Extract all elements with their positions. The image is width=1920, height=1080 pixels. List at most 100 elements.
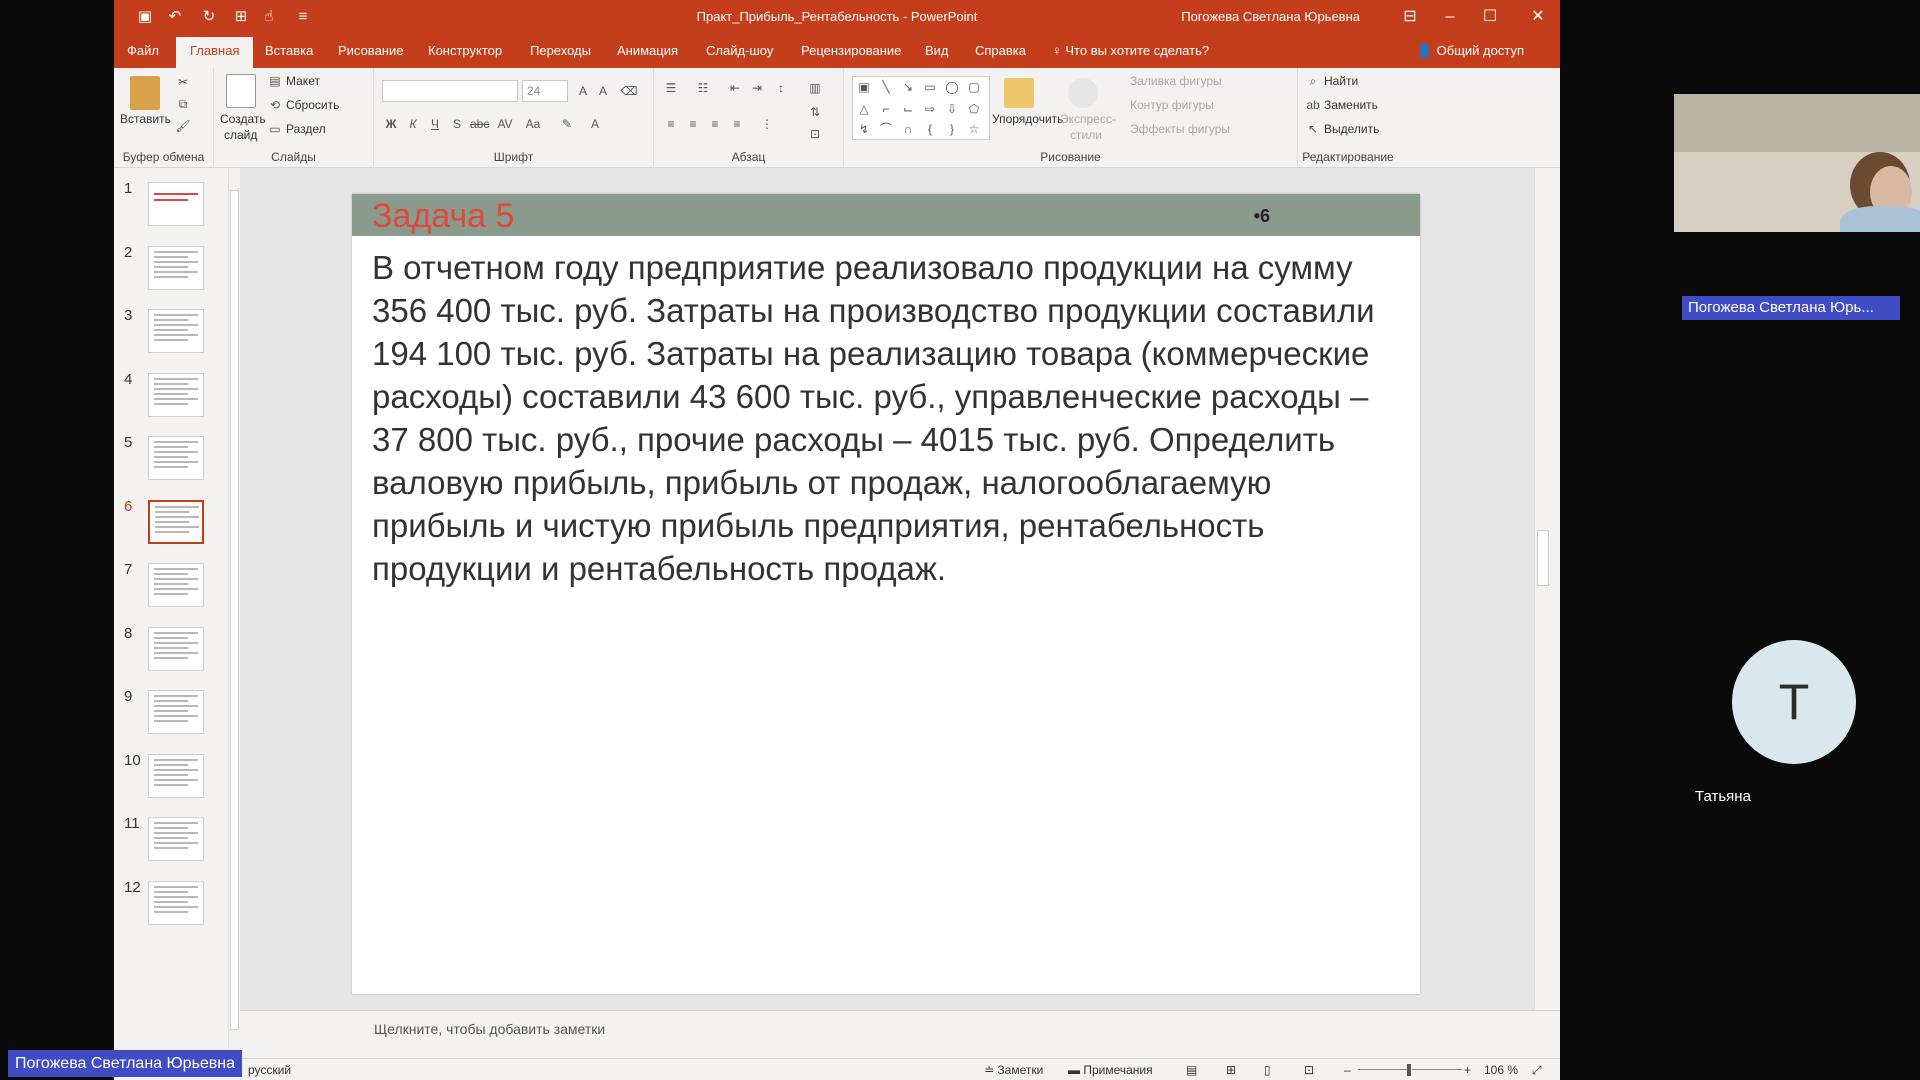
close-button[interactable]: ✕ — [1518, 4, 1558, 30]
slideshow-view-icon[interactable]: ⊡ — [1304, 1063, 1314, 1077]
text-direction-icon[interactable]: ⇅ — [806, 104, 824, 120]
change-case-icon[interactable]: Aa — [524, 116, 542, 132]
elbow-shape-icon[interactable]: ⌙ — [899, 101, 917, 117]
star-shape-icon[interactable]: ☆ — [965, 121, 983, 137]
language-indicator[interactable]: русский — [248, 1063, 291, 1077]
zoom-level[interactable]: 106 % — [1484, 1063, 1518, 1077]
highlight-icon[interactable]: ✎ — [558, 116, 576, 132]
notes-toggle[interactable]: ≐ Заметки — [984, 1063, 1043, 1077]
slide-thumbnail[interactable] — [148, 372, 204, 417]
slide-thumbnail[interactable] — [148, 817, 204, 861]
zoom-out-icon[interactable]: – — [1344, 1063, 1351, 1077]
share-button[interactable]: 👤 Общий доступ — [1417, 43, 1524, 59]
fit-to-window-icon[interactable]: ⤢ — [1532, 1063, 1542, 1078]
down-arrow-shape-icon[interactable]: ⇩ — [943, 101, 961, 117]
bullets-icon[interactable]: ☰ — [662, 80, 680, 96]
slide-thumbnail[interactable] — [148, 690, 204, 734]
font-color-icon[interactable]: A — [586, 116, 604, 132]
slide-sorter-icon[interactable]: ⊞ — [1226, 1063, 1236, 1077]
paste-button[interactable]: Вставить — [120, 112, 171, 126]
thumbnails-scroll-thumb[interactable] — [230, 190, 239, 1030]
freeform-shape-icon[interactable]: ⬠ — [965, 101, 983, 117]
tab-animations[interactable]: Анимация — [617, 43, 678, 58]
bold-icon[interactable]: Ж — [382, 116, 400, 132]
line-shape-icon[interactable]: ╲ — [877, 79, 895, 95]
increase-font-icon[interactable]: A — [574, 83, 592, 99]
column-spacing-icon[interactable]: ⋮ — [758, 116, 776, 132]
align-center-icon[interactable]: ≡ — [684, 116, 702, 132]
rounded-rect-shape-icon[interactable]: ▢ — [965, 79, 983, 95]
thumbnails-scrollbar[interactable] — [228, 168, 240, 1048]
decrease-indent-icon[interactable]: ⇤ — [726, 80, 744, 96]
new-slide-icon[interactable] — [226, 74, 256, 108]
zoom-in-icon[interactable]: + — [1464, 1063, 1471, 1077]
triangle-shape-icon[interactable]: △ — [855, 101, 873, 117]
account-name[interactable]: Погожева Светлана Юрьевна — [1181, 9, 1360, 24]
tab-home[interactable]: Главная — [176, 37, 254, 68]
convert-smartart-icon[interactable]: ⊡ — [806, 126, 824, 142]
slide-thumbnail[interactable] — [148, 245, 204, 290]
ribbon-display-options-icon[interactable]: ⊟ — [1390, 4, 1430, 30]
numbering-icon[interactable]: ☷ — [694, 80, 712, 96]
tab-draw[interactable]: Рисование — [338, 43, 403, 58]
copy-icon[interactable]: ⧉ — [174, 96, 192, 112]
decrease-font-icon[interactable]: A — [594, 83, 612, 99]
slide-thumbnail[interactable] — [148, 309, 204, 353]
left-brace-shape-icon[interactable]: { — [921, 121, 939, 137]
slide-thumbnail[interactable] — [148, 436, 204, 480]
tab-help[interactable]: Справка — [975, 43, 1026, 58]
arrange-icon[interactable] — [1004, 78, 1034, 108]
shape-effects-button[interactable]: Эффекты фигуры — [1130, 122, 1230, 136]
character-spacing-icon[interactable]: AV — [496, 116, 514, 132]
tab-transitions[interactable]: Переходы — [530, 43, 591, 58]
zoom-slider[interactable] — [1358, 1069, 1408, 1070]
curve-shape-icon[interactable]: ⌒ — [877, 121, 895, 137]
shadow-icon[interactable]: S — [448, 116, 466, 132]
underline-icon[interactable]: Ч — [426, 116, 444, 132]
align-left-icon[interactable]: ≡ — [662, 116, 680, 132]
increase-indent-icon[interactable]: ⇥ — [748, 80, 766, 96]
reset-button[interactable]: Сбросить — [286, 98, 339, 112]
notes-pane[interactable]: Щелкните, чтобы добавить заметки — [240, 1010, 1560, 1046]
new-slide-button[interactable]: Создать — [220, 112, 266, 126]
strikethrough-icon[interactable]: abc — [470, 116, 489, 132]
tab-insert[interactable]: Вставка — [265, 43, 313, 58]
font-size-input[interactable]: 24 — [522, 80, 568, 102]
align-right-icon[interactable]: ≡ — [706, 116, 724, 132]
slide-thumbnail[interactable] — [148, 563, 204, 607]
tab-slideshow[interactable]: Слайд-шоу — [706, 43, 773, 58]
shape-outline-button[interactable]: Контур фигуры — [1130, 98, 1214, 112]
slide-canvas[interactable]: Задача 5 •6 В отчетном году предприятие … — [352, 194, 1420, 994]
slide-title[interactable]: Задача 5 — [372, 197, 514, 236]
slide-thumbnail[interactable] — [148, 182, 204, 226]
font-name-input[interactable] — [382, 80, 518, 102]
maximize-button[interactable]: ☐ — [1470, 4, 1510, 30]
editor-scrollbar[interactable] — [1534, 168, 1552, 1010]
reading-view-icon[interactable]: ▯ — [1264, 1063, 1271, 1077]
quick-styles-icon[interactable] — [1068, 78, 1098, 108]
columns-icon[interactable]: ▥ — [806, 80, 824, 96]
italic-icon[interactable]: К — [404, 116, 422, 132]
oval-shape-icon[interactable]: ◯ — [943, 79, 961, 95]
arrow-line-shape-icon[interactable]: ↘ — [899, 79, 917, 95]
line-spacing-icon[interactable]: ↕ — [772, 80, 790, 96]
comments-toggle[interactable]: ▬ Примечания — [1068, 1063, 1153, 1077]
textbox-shape-icon[interactable]: ▣ — [855, 79, 873, 95]
format-painter-icon[interactable]: 🖌 — [174, 118, 192, 134]
tell-me-search[interactable]: ♀ Что вы хотите сделать? — [1052, 43, 1209, 58]
arrange-button[interactable]: Упорядочить — [992, 112, 1063, 126]
shapes-gallery[interactable]: ▣ ╲ ↘ ▭ ◯ ▢ △ ⌐ ⌙ ⇨ ⇩ ⬠ ↯ ⌒ ∩ { } ☆ — [852, 76, 990, 140]
select-button[interactable]: Выделить — [1324, 122, 1379, 136]
arc-shape-icon[interactable]: ∩ — [899, 121, 917, 137]
rectangle-shape-icon[interactable]: ▭ — [921, 79, 939, 95]
cut-icon[interactable]: ✂ — [174, 74, 192, 90]
right-arrow-shape-icon[interactable]: ⇨ — [921, 101, 939, 117]
replace-button[interactable]: Заменить — [1324, 98, 1378, 112]
section-button[interactable]: Раздел — [286, 122, 326, 136]
quick-styles-button[interactable]: Экспресс- — [1060, 112, 1116, 126]
scribble-shape-icon[interactable]: ↯ — [855, 121, 873, 137]
tab-view[interactable]: Вид — [925, 43, 949, 58]
tab-file[interactable]: Файл — [127, 43, 159, 58]
normal-view-icon[interactable]: ▤ — [1186, 1063, 1197, 1077]
slide-thumbnail[interactable] — [148, 626, 204, 671]
